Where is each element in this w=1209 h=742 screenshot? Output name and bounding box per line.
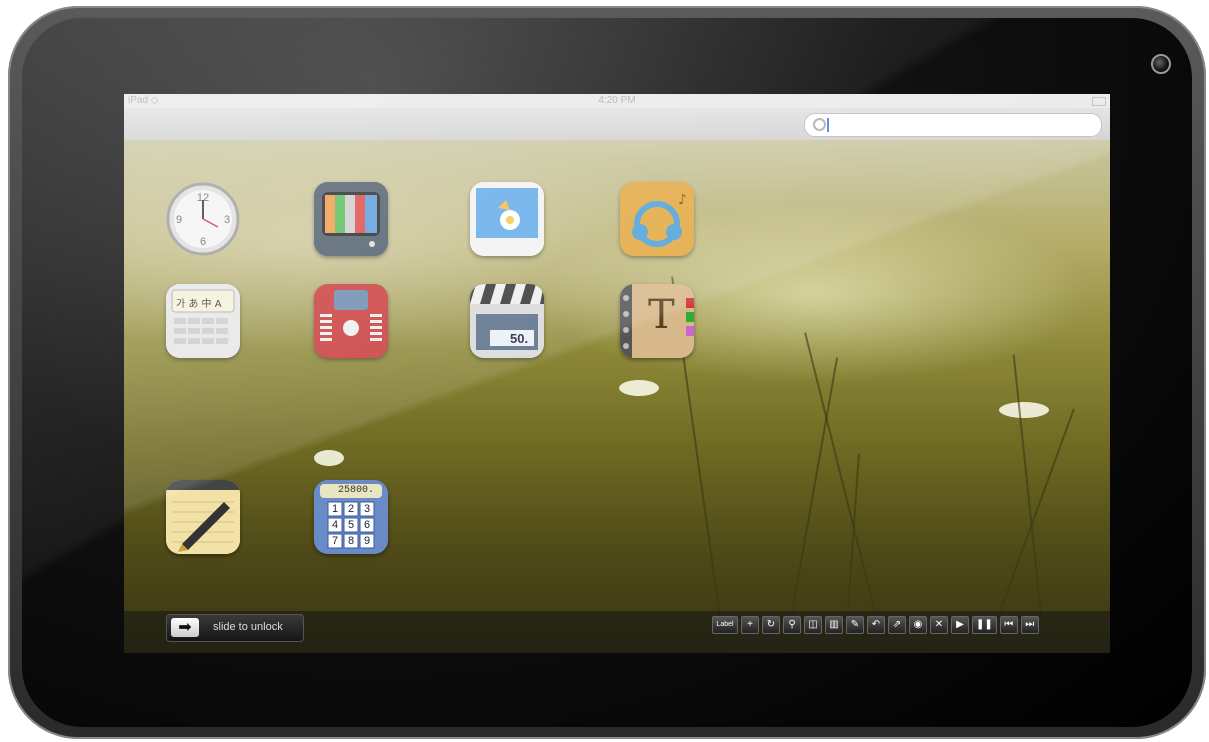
notes-app-icon[interactable] [166,480,240,554]
tv-app-icon[interactable] [314,182,388,256]
flower-decoration [999,402,1049,418]
search-input[interactable] [804,113,1102,137]
dictionary-app-icon[interactable]: 가 あ 中 A [166,284,240,358]
camera-icon[interactable]: ◉ [909,616,927,634]
camera-icon [1151,54,1171,74]
calculator-key: 4 [331,519,339,531]
clock-app-icon[interactable]: 12 3 6 9 [166,182,240,256]
status-bar: iPad ◇ 4:20 PM [124,94,1110,108]
refresh-icon[interactable]: ↻ [762,616,780,634]
close-icon[interactable]: ✕ [930,616,948,634]
book-icon[interactable]: ◫ [804,616,822,634]
calculator-key: 2 [347,503,355,515]
calculator-key: 3 [363,503,371,515]
svg-text:9: 9 [176,214,182,226]
slide-to-unlock[interactable]: ➡ slide to unlock [166,614,304,642]
text-cursor [827,118,829,132]
grass-stem [1012,354,1046,653]
textbook-letter: T [648,292,675,338]
battery-icon [1092,97,1106,106]
photos-app-icon[interactable] [470,182,544,256]
flower-decoration [619,380,659,396]
calculator-app-icon[interactable]: 25800. 1 2 3 4 5 6 7 8 9 [314,480,388,554]
video-app-icon[interactable]: 50. [470,284,544,358]
unlock-label: slide to unlock [213,621,283,633]
edit-icon[interactable]: ✎ [846,616,864,634]
radio-app-icon[interactable] [314,284,388,358]
calculator-display: 25800. [338,485,375,496]
share-icon[interactable]: ⇗ [888,616,906,634]
play-icon[interactable]: ▶ [951,616,969,634]
music-app-icon[interactable]: ♪ [620,182,694,256]
calculator-key: 8 [347,535,355,547]
label-button[interactable]: Label [712,616,738,634]
flower-decoration [314,450,344,466]
svg-text:6: 6 [200,236,206,248]
toolbar: Label + ↻ ⚲ ◫ ▥ ✎ ↶ ⇗ ◉ ✕ ▶ ❚❚ ⏮ ⏭ [712,616,1039,634]
calculator-keys: 1 2 3 4 5 6 7 8 9 [328,502,374,548]
wallpaper [124,140,1110,653]
plus-icon[interactable]: + [741,616,759,634]
status-time: 4:20 PM [598,95,636,106]
screen: iPad ◇ 4:20 PM 12 3 6 9 ♪ 가 あ 中 A 50. T … [124,94,1110,653]
video-counter: 50. [510,331,529,346]
dictionary-label: 가 あ 中 A [176,299,222,310]
calculator-key: 5 [347,519,355,531]
calculator-key: 1 [331,503,339,515]
unlock-arrow-icon[interactable]: ➡ [171,618,199,637]
svg-text:♪: ♪ [678,192,687,208]
svg-text:3: 3 [224,214,230,226]
textbook-app-icon[interactable]: T [620,284,694,358]
pause-icon[interactable]: ❚❚ [972,616,997,634]
forward-icon[interactable]: ⏭ [1020,616,1039,634]
trash-icon[interactable]: ▥ [825,616,843,634]
calculator-key: 7 [331,535,339,547]
search-icon [813,118,826,131]
grass-stem [804,332,886,653]
search-bar [124,108,1110,140]
search-icon[interactable]: ⚲ [783,616,801,634]
calculator-key: 6 [363,519,371,531]
grass-stem [784,357,839,653]
back-icon[interactable]: ↶ [867,616,885,634]
rewind-icon[interactable]: ⏮ [999,616,1018,634]
calculator-key: 9 [363,535,371,547]
